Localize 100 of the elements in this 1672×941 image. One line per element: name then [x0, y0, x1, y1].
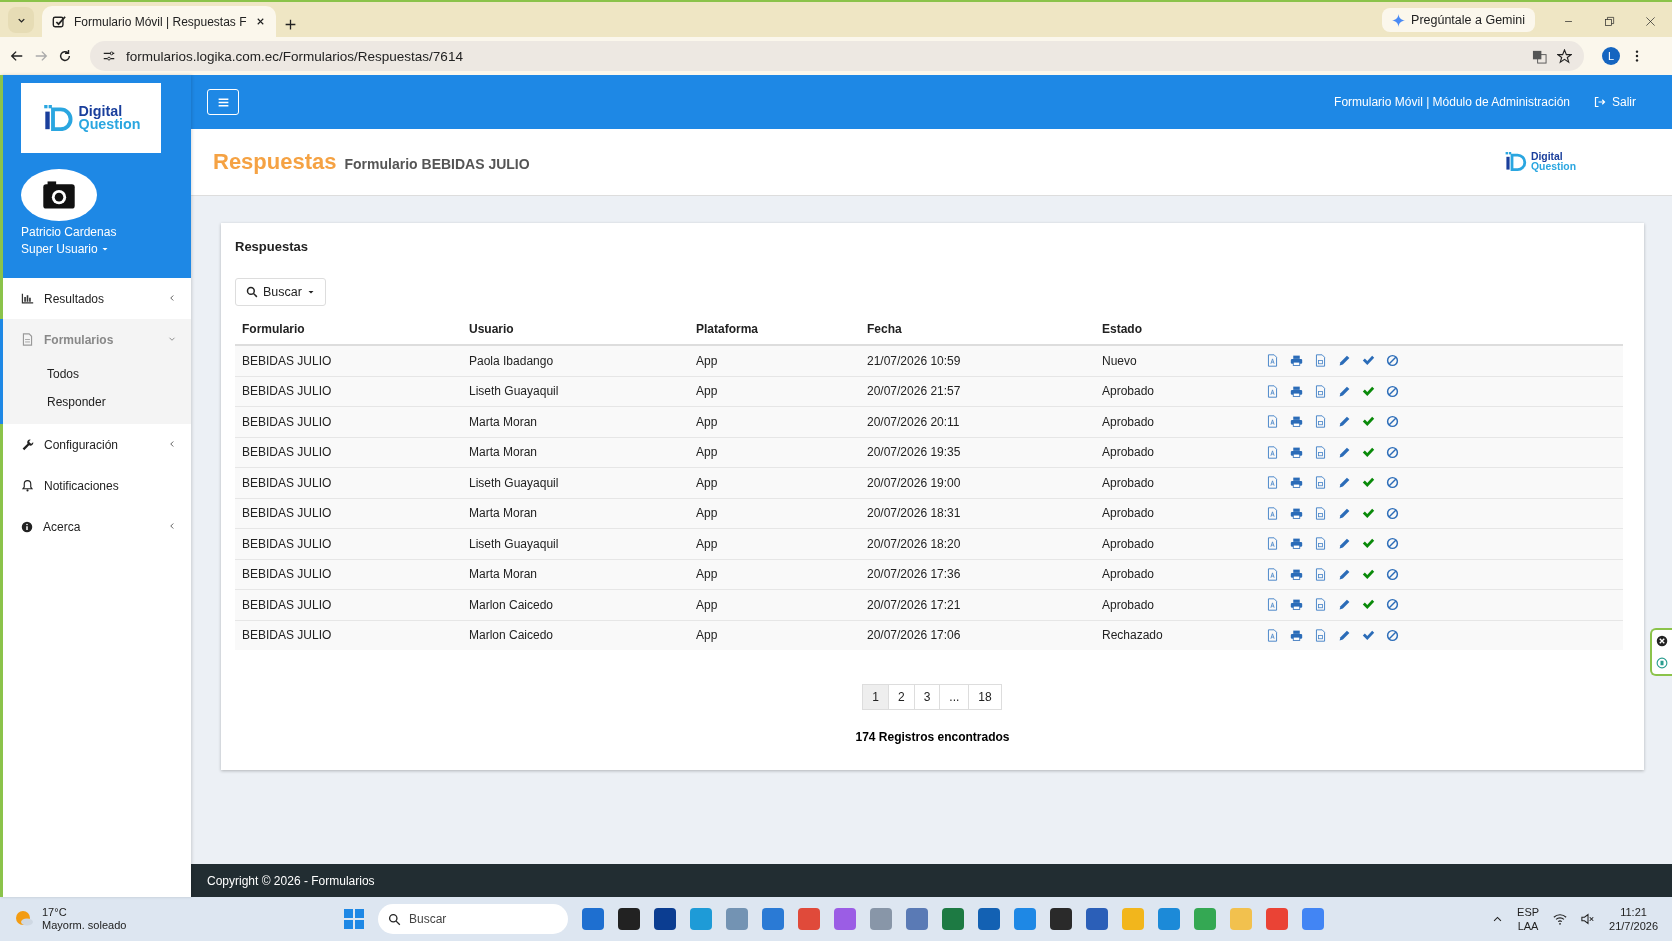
table-cell: 20/07/2026 20:11	[860, 406, 1095, 437]
language-text[interactable]: ESP	[1517, 905, 1540, 919]
check-icon[interactable]	[1362, 506, 1375, 520]
page-button[interactable]: 18	[968, 684, 1002, 710]
pdf-file-icon	[1266, 567, 1279, 581]
translate-icon	[1532, 48, 1547, 64]
muted-speaker-icon	[1581, 912, 1596, 926]
page-button[interactable]: 1	[862, 684, 889, 710]
search-button[interactable]: Buscar	[235, 278, 326, 306]
check-icon[interactable]	[1362, 537, 1375, 551]
camera-icon	[41, 180, 77, 210]
table-cell: 20/07/2026 17:21	[860, 589, 1095, 620]
check-icon[interactable]	[1362, 567, 1375, 581]
windows-start-icon	[344, 909, 364, 929]
check-icon[interactable]	[1362, 415, 1375, 429]
wrench-icon	[21, 438, 34, 451]
block-icon	[1386, 354, 1399, 368]
sidebar-item[interactable]: Acerca	[3, 506, 191, 547]
table-cell: Marlon Caicedo	[462, 589, 689, 620]
sparkle-icon	[1392, 13, 1406, 27]
table-cell: BEBIDAS JULIO	[235, 559, 462, 590]
logo-text: Digital	[1530, 152, 1563, 162]
chart-icon	[21, 292, 34, 305]
pencil-icon	[1338, 506, 1351, 520]
document-icon	[21, 333, 34, 346]
sidebar-item[interactable]: Notificaciones	[3, 465, 191, 506]
pencil-icon	[1338, 354, 1351, 368]
table-cell: BEBIDAS JULIO	[235, 376, 462, 407]
table-cell: BEBIDAS JULIO	[235, 467, 462, 498]
taskbar-app-icon[interactable]	[618, 908, 640, 930]
page-button[interactable]: 2	[887, 684, 915, 710]
address-bar[interactable]: formularios.logika.com.ec/Formularios/Respuestas/7614	[90, 41, 1584, 71]
checkbox-icon	[52, 14, 66, 29]
page-subtitle: Formulario BEBIDAS JULIO	[344, 156, 530, 172]
table-cell: Marta Moran	[462, 406, 689, 437]
document-icon	[1314, 384, 1327, 398]
document-icon	[1314, 354, 1327, 368]
sidebar-item[interactable]: Resultados	[3, 278, 191, 319]
site-settings-icon	[102, 49, 116, 63]
check-icon[interactable]	[1362, 445, 1375, 459]
table-cell: Aprobado	[1095, 406, 1259, 437]
block-icon	[1386, 567, 1399, 581]
page-title: Respuestas	[213, 149, 337, 175]
taskbar-app-icon[interactable]	[1050, 908, 1072, 930]
table-cell: 20/07/2026 17:06	[860, 620, 1095, 650]
table-cell: BEBIDAS JULIO	[235, 406, 462, 437]
check-icon[interactable]	[1362, 628, 1375, 642]
taskbar-search[interactable]: Buscar	[378, 904, 568, 934]
document-icon	[1314, 476, 1327, 490]
table-cell: Marta Moran	[462, 437, 689, 468]
check-icon[interactable]	[1362, 476, 1375, 490]
table-cell: Aprobado	[1095, 437, 1259, 468]
print-icon	[1290, 384, 1303, 398]
block-icon	[1386, 476, 1399, 490]
taskbar-app-icon[interactable]	[654, 908, 676, 930]
restore-icon	[1604, 16, 1615, 27]
pencil-icon	[1338, 598, 1351, 612]
gemini-button[interactable]: Pregúntale a Gemini	[1382, 8, 1535, 32]
logout-button[interactable]: Salir	[1588, 94, 1642, 110]
table-cell: 20/07/2026 18:31	[860, 498, 1095, 529]
clock-time: 11:21	[1620, 905, 1647, 919]
table-cell: 20/07/2026 19:00	[860, 467, 1095, 498]
document-icon	[1314, 567, 1327, 581]
menu-button[interactable]	[207, 89, 239, 115]
print-icon	[1290, 415, 1303, 429]
block-icon	[1386, 628, 1399, 642]
table-cell: Aprobado	[1095, 559, 1259, 590]
taskbar-app-icon[interactable]	[1086, 908, 1108, 930]
page-button[interactable]: ...	[939, 684, 970, 710]
block-icon	[1386, 445, 1399, 459]
logo-text: Question	[1530, 162, 1576, 172]
table-cell: Nuevo	[1095, 345, 1259, 376]
print-icon	[1290, 476, 1303, 490]
sidebar-subitem[interactable]: Todos	[3, 360, 191, 388]
block-icon	[1386, 506, 1399, 520]
sidebar-item[interactable]: Configuración	[3, 424, 191, 465]
check-icon[interactable]	[1362, 384, 1375, 398]
check-icon[interactable]	[1362, 598, 1375, 612]
table-cell: App	[689, 406, 860, 437]
table-cell: Aprobado	[1095, 498, 1259, 529]
browser-tab[interactable]: Formulario Móvil | Respuestas F	[42, 6, 276, 37]
sidebar-subitem[interactable]: Responder	[3, 388, 191, 416]
check-icon[interactable]	[1362, 354, 1375, 368]
pdf-file-icon	[1266, 537, 1279, 551]
search-icon	[388, 912, 401, 926]
table-cell: Aprobado	[1095, 589, 1259, 620]
badge-icon	[1656, 657, 1668, 669]
table-cell: App	[689, 467, 860, 498]
user-name: Patricio Cardenas	[21, 225, 118, 239]
role-dropdown[interactable]: Super Usuario	[21, 242, 109, 256]
language-text[interactable]: LAA	[1517, 919, 1539, 933]
table-cell: App	[689, 559, 860, 590]
table-cell: App	[689, 437, 860, 468]
back-icon	[10, 49, 24, 63]
profile-avatar[interactable]: L	[1602, 47, 1620, 65]
search-icon	[246, 286, 258, 298]
taskbar-app-icon[interactable]	[978, 908, 1000, 930]
document-icon	[1314, 445, 1327, 459]
print-icon	[1290, 354, 1303, 368]
new-tab-icon	[283, 18, 297, 31]
